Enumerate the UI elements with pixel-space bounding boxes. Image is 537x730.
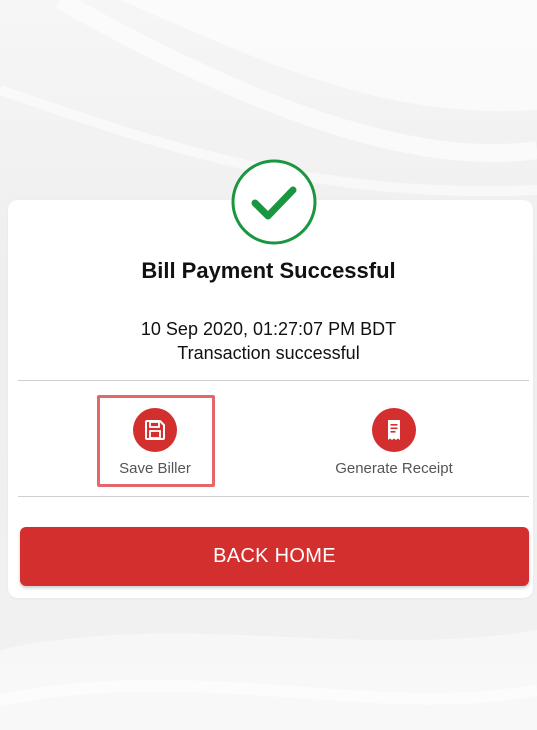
page-title: Bill Payment Successful xyxy=(141,258,396,283)
payment-success-screen: Bill Payment Successful 10 Sep 2020, 01:… xyxy=(0,0,537,730)
generate-receipt-button[interactable]: Generate Receipt xyxy=(318,408,470,477)
receipt-icon xyxy=(372,408,416,452)
generate-receipt-label: Generate Receipt xyxy=(335,460,453,477)
highlight-box xyxy=(97,395,215,487)
check-circle-icon xyxy=(230,158,318,246)
divider-top xyxy=(18,380,529,381)
transaction-datetime: 10 Sep 2020, 01:27:07 PM BDT xyxy=(140,319,397,339)
divider-bottom xyxy=(18,496,529,497)
back-home-button[interactable]: BACK HOME xyxy=(20,527,529,586)
transaction-status: Transaction successful xyxy=(177,343,360,363)
